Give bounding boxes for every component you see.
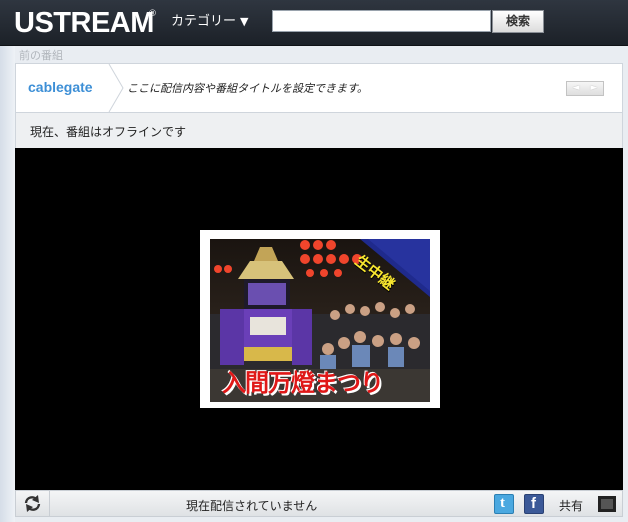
- refresh-button[interactable]: [16, 491, 50, 516]
- prev-program-link[interactable]: 前の番組: [19, 47, 63, 63]
- offline-thumbnail: 生中継 入間万燈まつり: [200, 230, 440, 408]
- category-label: カテゴリー: [171, 14, 237, 29]
- player-controls: 現在配信されていません t f 共有: [15, 490, 623, 517]
- registered-mark: ®: [148, 9, 157, 19]
- category-dropdown[interactable]: カテゴリー ▼: [171, 13, 248, 31]
- offline-status: 現在、番組はオフラインです: [30, 125, 187, 139]
- share-label[interactable]: 共有: [559, 497, 583, 514]
- twitter-share-button[interactable]: t: [494, 494, 514, 514]
- refresh-icon: [24, 495, 41, 512]
- bottom-strip: [15, 517, 623, 522]
- status-bar: 現在、番組はオフラインです: [15, 113, 623, 148]
- program-title: ここに配信内容や番組タイトルを設定できます。: [127, 82, 368, 95]
- next-arrow-button[interactable]: ►: [585, 82, 603, 95]
- program-nav: ◄ ►: [566, 81, 604, 96]
- festival-caption: 入間万燈まつり: [222, 369, 384, 397]
- facebook-icon: f: [531, 495, 536, 512]
- search-button[interactable]: 検索: [492, 10, 544, 33]
- chevron-down-icon: ▼: [240, 15, 249, 28]
- chevron-separator-icon: [108, 64, 124, 112]
- facebook-share-button[interactable]: f: [524, 494, 544, 514]
- fullscreen-button[interactable]: [596, 494, 618, 514]
- ustream-logo[interactable]: USTREAM: [14, 6, 154, 40]
- not-broadcasting-text: 現在配信されていません: [186, 499, 318, 513]
- fullscreen-icon: [598, 496, 616, 512]
- channel-header: cablegate ここに配信内容や番組タイトルを設定できます。 ◄ ►: [15, 63, 623, 113]
- search-input[interactable]: [272, 10, 491, 32]
- top-bar: USTREAM ® カテゴリー ▼ 検索: [0, 0, 628, 46]
- video-player[interactable]: 生中継 入間万燈まつり: [15, 148, 623, 490]
- channel-name-link[interactable]: cablegate: [28, 79, 93, 95]
- left-sidebar-strip: [0, 46, 15, 522]
- prev-arrow-button[interactable]: ◄: [567, 82, 585, 95]
- twitter-icon: t: [500, 495, 505, 511]
